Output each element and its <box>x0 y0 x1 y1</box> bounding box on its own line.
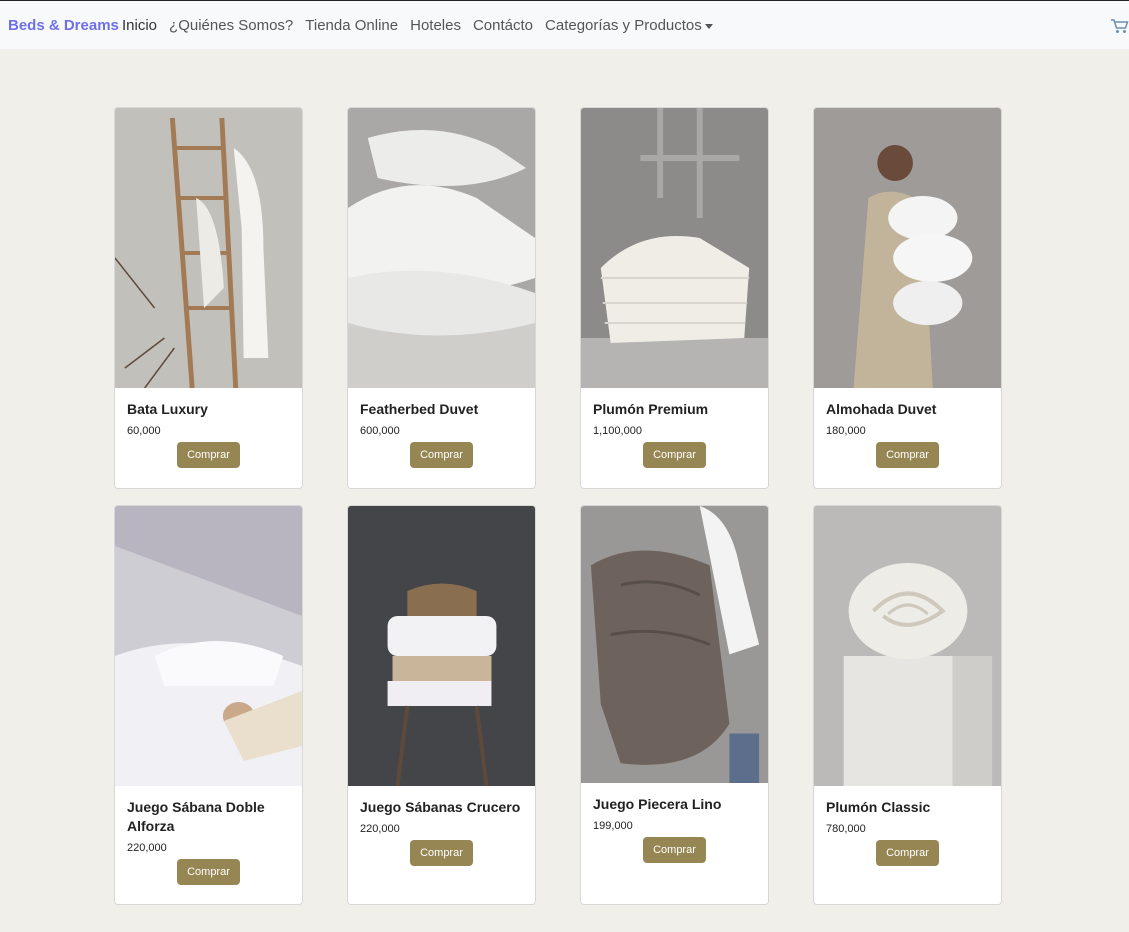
nav-categorias-dropdown[interactable]: Categorías y Productos <box>545 17 713 34</box>
product-image[interactable] <box>581 108 768 388</box>
product-image[interactable] <box>115 108 302 388</box>
nav-categorias-label: Categorías y Productos <box>545 17 702 34</box>
product-title: Plumón Premium <box>593 401 709 417</box>
product-card: Almohada Duvet 180,000 Comprar <box>813 107 1002 489</box>
product-card: Juego Piecera Lino 199,000 Comprar <box>580 505 769 905</box>
nav-links: Inicio ¿Quiénes Somos? Tienda Online Hot… <box>122 17 725 34</box>
product-price: 220,000 <box>127 842 167 854</box>
product-title: Plumón Classic <box>826 799 931 815</box>
product-price: 199,000 <box>593 820 633 832</box>
product-image[interactable] <box>115 506 302 786</box>
brand-logo[interactable]: Beds & Dreams <box>8 17 119 34</box>
product-card: Juego Sábanas Crucero 220,000 Comprar <box>347 505 536 905</box>
product-title: Juego Piecera Lino <box>593 796 722 812</box>
nav-contacto[interactable]: Contácto <box>473 17 533 34</box>
product-title: Juego Sábanas Crucero <box>360 799 521 815</box>
product-image[interactable] <box>348 506 535 786</box>
product-title: Almohada Duvet <box>826 401 937 417</box>
product-price: 600,000 <box>360 425 400 437</box>
product-grid: Bata Luxury 60,000 Comprar Featherbed Du… <box>114 107 1002 905</box>
buy-button[interactable]: Comprar <box>410 840 473 866</box>
product-price: 60,000 <box>127 425 161 437</box>
nav-tienda-online[interactable]: Tienda Online <box>305 17 398 34</box>
product-title: Featherbed Duvet <box>360 401 479 417</box>
product-card: Bata Luxury 60,000 Comprar <box>114 107 303 489</box>
product-price: 1,100,000 <box>593 425 642 437</box>
cart-icon[interactable] <box>1110 18 1129 34</box>
buy-button[interactable]: Comprar <box>177 442 240 468</box>
buy-button[interactable]: Comprar <box>876 840 939 866</box>
product-price: 780,000 <box>826 823 866 835</box>
product-image[interactable] <box>581 506 768 783</box>
navbar: Beds & Dreams Inicio ¿Quiénes Somos? Tie… <box>0 0 1129 49</box>
buy-button[interactable]: Comprar <box>410 442 473 468</box>
nav-inicio[interactable]: Inicio <box>122 17 157 34</box>
buy-button[interactable]: Comprar <box>643 837 706 863</box>
nav-hoteles[interactable]: Hoteles <box>410 17 461 34</box>
product-image[interactable] <box>348 108 535 388</box>
product-card: Juego Sábana Doble Alforza 220,000 Compr… <box>114 505 303 905</box>
nav-quienes-somos[interactable]: ¿Quiénes Somos? <box>169 17 293 34</box>
product-card: Plumón Classic 780,000 Comprar <box>813 505 1002 905</box>
chevron-down-icon <box>704 23 713 29</box>
buy-button[interactable]: Comprar <box>643 442 706 468</box>
product-title: Juego Sábana Doble Alforza <box>127 799 265 834</box>
product-price: 220,000 <box>360 823 400 835</box>
product-card: Plumón Premium 1,100,000 Comprar <box>580 107 769 489</box>
product-price: 180,000 <box>826 425 866 437</box>
product-image[interactable] <box>814 506 1001 786</box>
buy-button[interactable]: Comprar <box>177 859 240 885</box>
product-title: Bata Luxury <box>127 401 208 417</box>
product-card: Featherbed Duvet 600,000 Comprar <box>347 107 536 489</box>
buy-button[interactable]: Comprar <box>876 442 939 468</box>
product-image[interactable] <box>814 108 1001 388</box>
